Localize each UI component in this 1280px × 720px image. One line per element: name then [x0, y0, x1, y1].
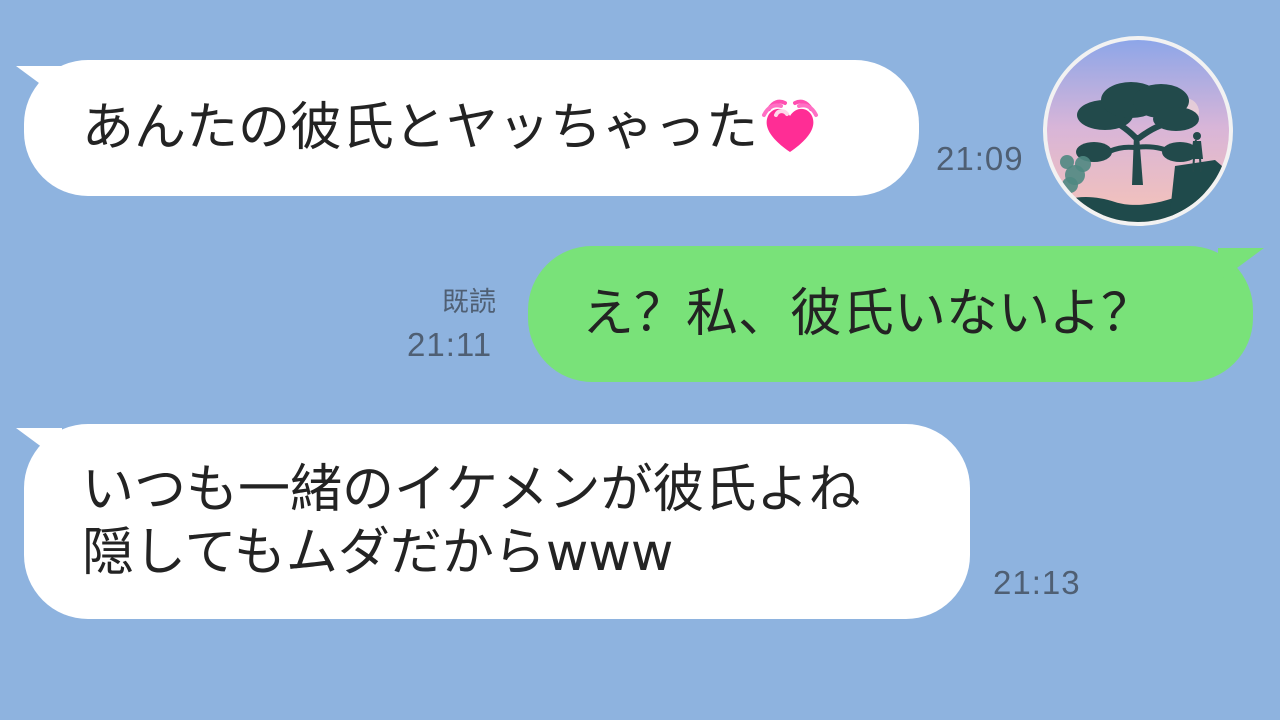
incoming-message-bubble[interactable]: あんたの彼氏とヤッちゃった — [24, 60, 919, 196]
outgoing-message-bubble[interactable]: え？私、彼氏いないよ？ — [528, 246, 1253, 382]
message-timestamp: 21:09 — [936, 140, 1024, 177]
message-text: あんたの彼氏とヤッちゃった — [82, 97, 759, 158]
chat-thread[interactable]: あんたの彼氏とヤッちゃった 21:09 既読 21:11 え？私、彼氏いないよ？… — [0, 0, 1280, 720]
silhouette-tree-avatar-icon — [1047, 40, 1229, 222]
read-status: 既読 — [442, 287, 496, 318]
incoming-message-bubble[interactable]: いつも一緒のイケメンが彼氏よね 隠してもムダだからwww — [24, 424, 970, 619]
message-timestamp: 21:11 — [407, 326, 493, 363]
outgoing-bubble-tail — [1218, 248, 1264, 282]
message-line: 隠してもムダだからwww — [82, 522, 674, 583]
avatar[interactable] — [1043, 36, 1233, 226]
message-text: え？私、彼氏いないよ？ — [582, 283, 1153, 344]
message-timestamp: 21:13 — [993, 564, 1081, 601]
message-line: いつも一緒のイケメンが彼氏よね — [82, 460, 861, 521]
beating-heart-icon — [760, 96, 820, 160]
